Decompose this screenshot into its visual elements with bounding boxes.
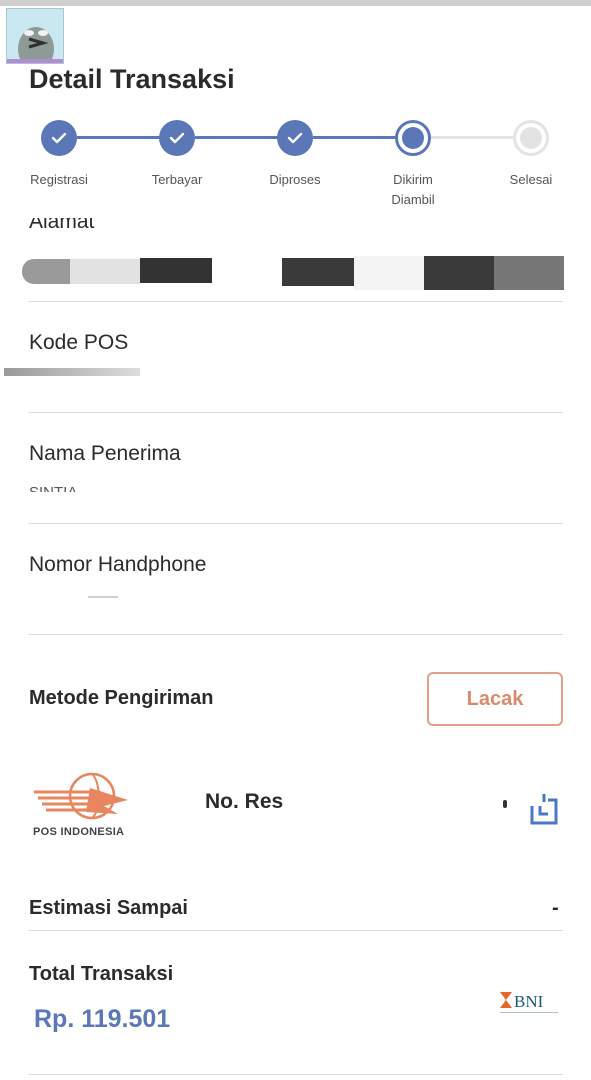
redacted-value <box>4 368 140 376</box>
check-icon <box>51 132 67 144</box>
redacted-value <box>88 596 118 598</box>
redacted-value <box>503 800 507 808</box>
step-selesai-dot <box>513 120 549 156</box>
alamat-label-clip: Alamat <box>0 218 591 240</box>
courier-name: POS INDONESIA <box>33 826 125 838</box>
redacted-value <box>70 259 140 284</box>
divider <box>28 301 563 302</box>
shipping-method-title: Metode Pengiriman <box>29 687 214 709</box>
estimate-label: Estimasi Sampai <box>29 897 188 919</box>
redacted-value <box>282 258 354 286</box>
step-label-terbayar: Terbayar <box>151 172 203 187</box>
divider <box>28 523 563 524</box>
step-label-registrasi: Registrasi <box>30 172 88 187</box>
bni-logo: BNI <box>498 988 560 1018</box>
top-status-bar <box>0 0 591 6</box>
divider <box>28 930 563 931</box>
step-label-diproses: Diproses <box>269 172 321 187</box>
check-icon <box>287 132 303 144</box>
redacted-value <box>22 259 70 284</box>
divider <box>28 634 563 635</box>
copy-icon[interactable] <box>526 792 560 826</box>
nama-penerima-value: SINTIA <box>29 484 77 492</box>
step-connector <box>77 136 161 139</box>
step-connector <box>431 136 515 139</box>
redacted-value <box>354 256 424 290</box>
transaction-stepper: Registrasi Terbayar Diproses Dikirim Dia… <box>0 118 591 218</box>
divider <box>28 412 563 413</box>
avatar[interactable] <box>6 8 64 64</box>
check-icon <box>169 132 185 144</box>
step-label-dikirim-text: Dikirim Diambil <box>391 172 435 207</box>
page-title: Detail Transaksi <box>29 64 235 94</box>
alamat-label: Alamat <box>29 218 95 233</box>
step-diproses-dot <box>277 120 313 156</box>
total-amount: Rp. 119.501 <box>34 1005 171 1033</box>
redacted-value <box>424 256 494 290</box>
step-connector <box>313 136 397 139</box>
divider <box>28 1074 563 1075</box>
resi-clip: No. Res <box>205 786 287 820</box>
redacted-value <box>494 256 564 290</box>
step-label-selesai: Selesai <box>509 172 553 187</box>
track-button[interactable]: Lacak <box>427 672 563 726</box>
step-dikirim-dot <box>395 120 431 156</box>
step-registrasi-dot <box>41 120 77 156</box>
total-label: Total Transaksi <box>29 963 174 985</box>
redacted-value <box>140 258 212 283</box>
nomor-hp-label: Nomor Handphone <box>29 553 207 576</box>
step-connector <box>195 136 279 139</box>
nama-penerima-clip: SINTIA <box>29 484 149 492</box>
estimate-value: - <box>552 897 559 919</box>
nama-penerima-label: Nama Penerima <box>29 442 181 465</box>
step-terbayar-dot <box>159 120 195 156</box>
resi-label: No. Res <box>205 790 284 813</box>
kode-pos-label: Kode POS <box>29 331 129 354</box>
step-label-dikirim: Dikirim Diambil <box>363 170 463 210</box>
bank-name: BNI <box>514 992 544 1011</box>
